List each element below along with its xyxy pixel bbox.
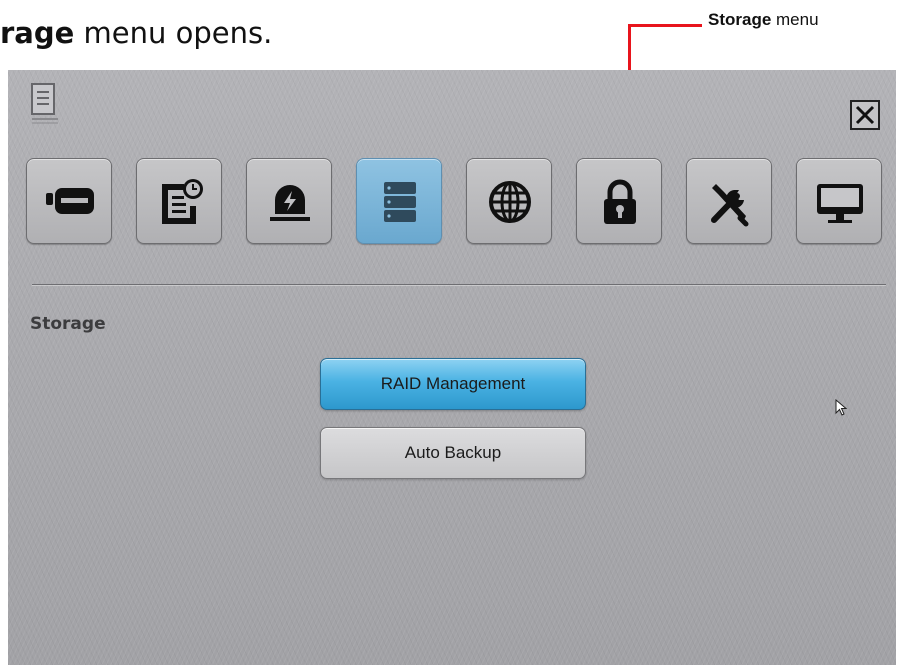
tab-schedule[interactable] xyxy=(136,158,222,244)
lock-icon xyxy=(604,179,636,224)
close-button[interactable] xyxy=(850,100,880,130)
section-divider xyxy=(32,284,886,285)
callout-text: menu xyxy=(771,10,819,29)
tab-recording-device[interactable] xyxy=(26,158,112,244)
instruction-caption: rage menu opens. xyxy=(0,16,272,50)
globe-icon xyxy=(489,181,531,223)
hdd-device-icon xyxy=(46,188,94,214)
tools-icon xyxy=(711,184,749,227)
raid-management-button[interactable]: RAID Management xyxy=(320,358,586,410)
document-icon[interactable] xyxy=(30,82,60,124)
menu-tab-bar xyxy=(26,158,886,246)
tab-alarm[interactable] xyxy=(246,158,332,244)
mouse-cursor-icon xyxy=(835,399,848,416)
schedule-icon xyxy=(162,179,203,224)
tab-display[interactable] xyxy=(796,158,882,244)
tab-storage[interactable] xyxy=(356,158,442,244)
tab-tools[interactable] xyxy=(686,158,772,244)
callout-label: Storage menu xyxy=(708,10,819,30)
caption-bold: rage xyxy=(0,16,75,50)
close-icon xyxy=(855,105,875,125)
tab-network[interactable] xyxy=(466,158,552,244)
settings-panel: Storage RAID Management Auto Backup xyxy=(8,70,896,665)
auto-backup-button[interactable]: Auto Backup xyxy=(320,427,586,479)
caption-text: menu opens. xyxy=(74,16,273,50)
section-title: Storage xyxy=(30,314,106,334)
callout-line xyxy=(628,24,702,27)
monitor-icon xyxy=(817,184,863,223)
alarm-icon xyxy=(270,185,310,221)
tab-security[interactable] xyxy=(576,158,662,244)
storage-icon xyxy=(384,182,416,222)
callout-bold: Storage xyxy=(708,10,772,29)
